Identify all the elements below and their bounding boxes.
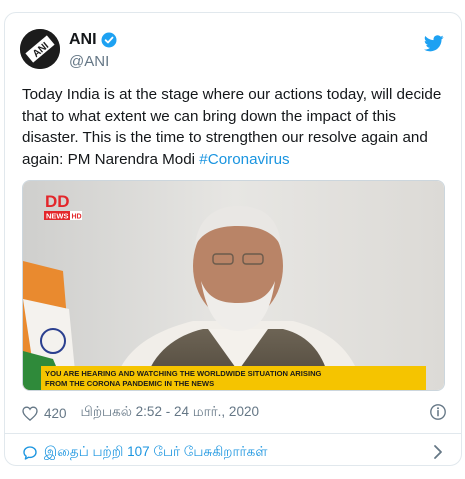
hashtag-link[interactable]: #Coronavirus (199, 151, 289, 168)
author-name-row[interactable]: ANI (69, 31, 117, 49)
channel-logo-news: NEWS (46, 212, 69, 221)
divider (5, 433, 461, 434)
author-name[interactable]: ANI (69, 31, 97, 49)
avatar[interactable]: ANI (20, 29, 60, 69)
chevron-right-icon[interactable] (431, 444, 445, 460)
conversation-label[interactable]: இதைப் பற்றி 107 பேர் பேசுகிறார்கள் (44, 444, 267, 462)
news-ticker: YOU ARE HEARING AND WATCHING THE WORLDWI… (41, 366, 426, 390)
tweet-card: ANI ANI @ANI Today India is at the stage… (4, 12, 462, 466)
heart-icon[interactable] (22, 405, 38, 421)
tweet-text: Today India is at the stage where our ac… (22, 84, 447, 170)
tweet-media[interactable]: DD NEWS HD YOU ARE HEARING AND WATCHING … (22, 180, 445, 391)
channel-logo-hd: HD (72, 214, 82, 221)
author-handle[interactable]: @ANI (69, 53, 109, 70)
channel-logo-dd: DD (45, 192, 70, 211)
twitter-bird-icon[interactable] (424, 35, 444, 52)
media-image: DD NEWS HD YOU ARE HEARING AND WATCHING … (23, 181, 444, 390)
ani-logo: ANI (20, 29, 60, 69)
conversation-link[interactable]: இதைப் பற்றி 107 பேர் பேசுகிறார்கள் (22, 443, 447, 463)
like-count[interactable]: 420 (44, 406, 67, 421)
timestamp[interactable]: பிற்பகல் 2:52 - 24 மார்., 2020 (81, 404, 259, 422)
speech-bubble-icon (23, 446, 37, 460)
verified-badge-icon (101, 32, 117, 48)
tweet-meta: 420 பிற்பகல் 2:52 - 24 மார்., 2020 (22, 403, 447, 423)
ticker-line-2: FROM THE CORONA PANDEMIC IN THE NEWS (45, 379, 214, 388)
ticker-line-1: YOU ARE HEARING AND WATCHING THE WORLDWI… (45, 369, 322, 378)
info-icon[interactable] (429, 403, 447, 421)
